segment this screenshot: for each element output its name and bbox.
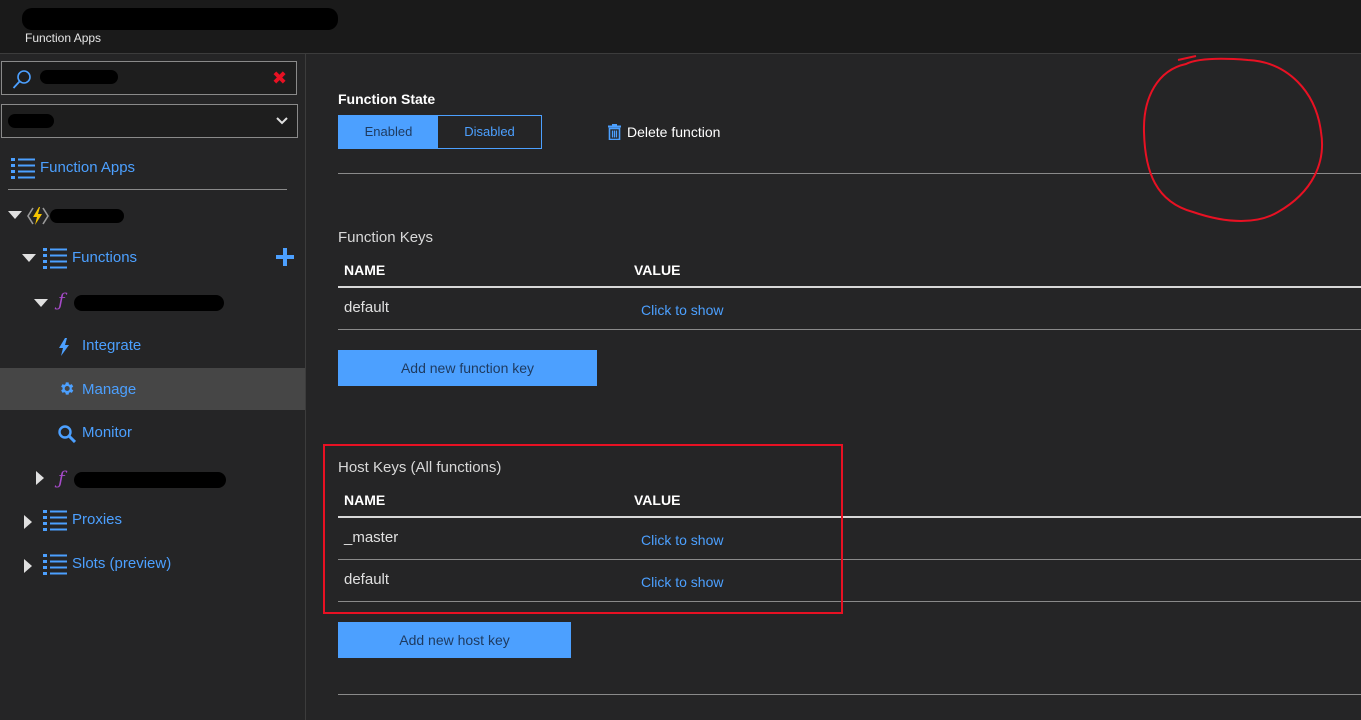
function-state-title: Function State bbox=[338, 91, 436, 107]
enabled-button[interactable]: Enabled bbox=[339, 116, 438, 148]
redacted-search-text bbox=[40, 70, 118, 84]
top-bar: Function Apps bbox=[0, 0, 1361, 54]
table-row-rule bbox=[338, 601, 1361, 602]
section-divider bbox=[338, 694, 1361, 695]
trash-icon bbox=[608, 124, 621, 140]
host-key-show-link[interactable]: Click to show bbox=[641, 574, 723, 590]
function-state-toggle: Enabled Disabled bbox=[338, 115, 542, 149]
function-app-icon bbox=[27, 207, 49, 225]
caret-down-icon bbox=[34, 299, 48, 307]
function-icon: ƒ bbox=[58, 290, 65, 311]
caret-down-icon bbox=[8, 211, 22, 219]
add-function-icon[interactable] bbox=[276, 248, 294, 266]
add-host-key-button[interactable]: Add new host key bbox=[338, 622, 571, 658]
delete-function-label: Delete function bbox=[627, 124, 721, 140]
function-key-name: default bbox=[344, 299, 390, 316]
disabled-button[interactable]: Disabled bbox=[438, 116, 541, 148]
lightning-icon bbox=[59, 338, 69, 356]
list-icon bbox=[43, 510, 67, 531]
redacted-function-name bbox=[74, 295, 224, 311]
sidebar-item-function-app[interactable] bbox=[0, 195, 305, 237]
sidebar-item-function-apps[interactable]: Function Apps bbox=[0, 148, 305, 190]
caret-right-icon bbox=[24, 559, 32, 573]
sidebar-item-label: Proxies bbox=[72, 511, 123, 528]
magnifier-icon bbox=[58, 425, 76, 443]
sidebar-item-functions[interactable]: Functions bbox=[0, 238, 305, 280]
sidebar-item-label: Monitor bbox=[82, 424, 133, 441]
host-keys-title: Host Keys (All functions) bbox=[338, 459, 502, 476]
table-header-rule bbox=[338, 286, 1361, 288]
sidebar: ✖ Function Apps Functions ƒ Integrate Ma… bbox=[0, 54, 306, 720]
sidebar-item-monitor[interactable]: Monitor bbox=[0, 413, 305, 455]
host-key-show-link[interactable]: Click to show bbox=[641, 532, 723, 548]
sidebar-item-label: Slots (preview) bbox=[72, 555, 172, 572]
sidebar-item-label: Function Apps bbox=[40, 159, 136, 176]
search-box[interactable]: ✖ bbox=[1, 61, 297, 95]
sidebar-item-function[interactable]: ƒ bbox=[0, 456, 305, 498]
chevron-down-icon bbox=[276, 117, 288, 125]
sidebar-item-slots[interactable]: Slots (preview) bbox=[0, 544, 305, 586]
sidebar-item-proxies[interactable]: Proxies bbox=[0, 500, 305, 542]
sidebar-item-label: Manage bbox=[82, 381, 137, 398]
main-panel: Function State Enabled Disabled Delete f… bbox=[306, 54, 1361, 720]
sidebar-item-label: Integrate bbox=[82, 337, 142, 354]
app-subtitle: Function Apps bbox=[25, 31, 102, 45]
clear-search-icon[interactable]: ✖ bbox=[272, 68, 287, 88]
column-header-name: NAME bbox=[344, 262, 386, 278]
redacted-function-name bbox=[74, 472, 226, 488]
subscription-select[interactable] bbox=[1, 104, 298, 138]
sidebar-divider bbox=[8, 189, 287, 190]
column-header-value: VALUE bbox=[634, 492, 681, 508]
redacted-subscription-text bbox=[8, 114, 54, 128]
redacted-app-name bbox=[22, 8, 338, 30]
table-row-rule bbox=[338, 329, 1361, 330]
caret-right-icon bbox=[24, 515, 32, 529]
function-icon: ƒ bbox=[58, 468, 65, 489]
caret-right-icon bbox=[36, 471, 44, 485]
gear-icon bbox=[61, 382, 74, 395]
add-function-key-button[interactable]: Add new function key bbox=[338, 350, 597, 386]
host-key-name: default bbox=[344, 571, 390, 588]
sidebar-item-function[interactable]: ƒ bbox=[0, 282, 305, 324]
column-header-name: NAME bbox=[344, 492, 386, 508]
function-keys-title: Function Keys bbox=[338, 229, 434, 246]
table-row-rule bbox=[338, 559, 1361, 560]
function-key-show-link[interactable]: Click to show bbox=[641, 302, 723, 318]
search-icon bbox=[12, 70, 31, 89]
list-icon bbox=[11, 158, 35, 179]
table-header-rule bbox=[338, 516, 1361, 518]
caret-down-icon bbox=[22, 254, 36, 262]
list-icon bbox=[43, 554, 67, 575]
list-icon bbox=[43, 248, 67, 269]
sidebar-item-label: Functions bbox=[72, 249, 138, 266]
host-key-name: _master bbox=[344, 529, 399, 546]
sidebar-item-manage[interactable]: Manage bbox=[0, 368, 305, 410]
delete-function-button[interactable]: Delete function bbox=[608, 122, 720, 142]
sidebar-item-integrate[interactable]: Integrate bbox=[0, 326, 305, 368]
column-header-value: VALUE bbox=[634, 262, 681, 278]
section-divider bbox=[338, 173, 1361, 174]
redacted-function-app-name bbox=[50, 209, 124, 223]
